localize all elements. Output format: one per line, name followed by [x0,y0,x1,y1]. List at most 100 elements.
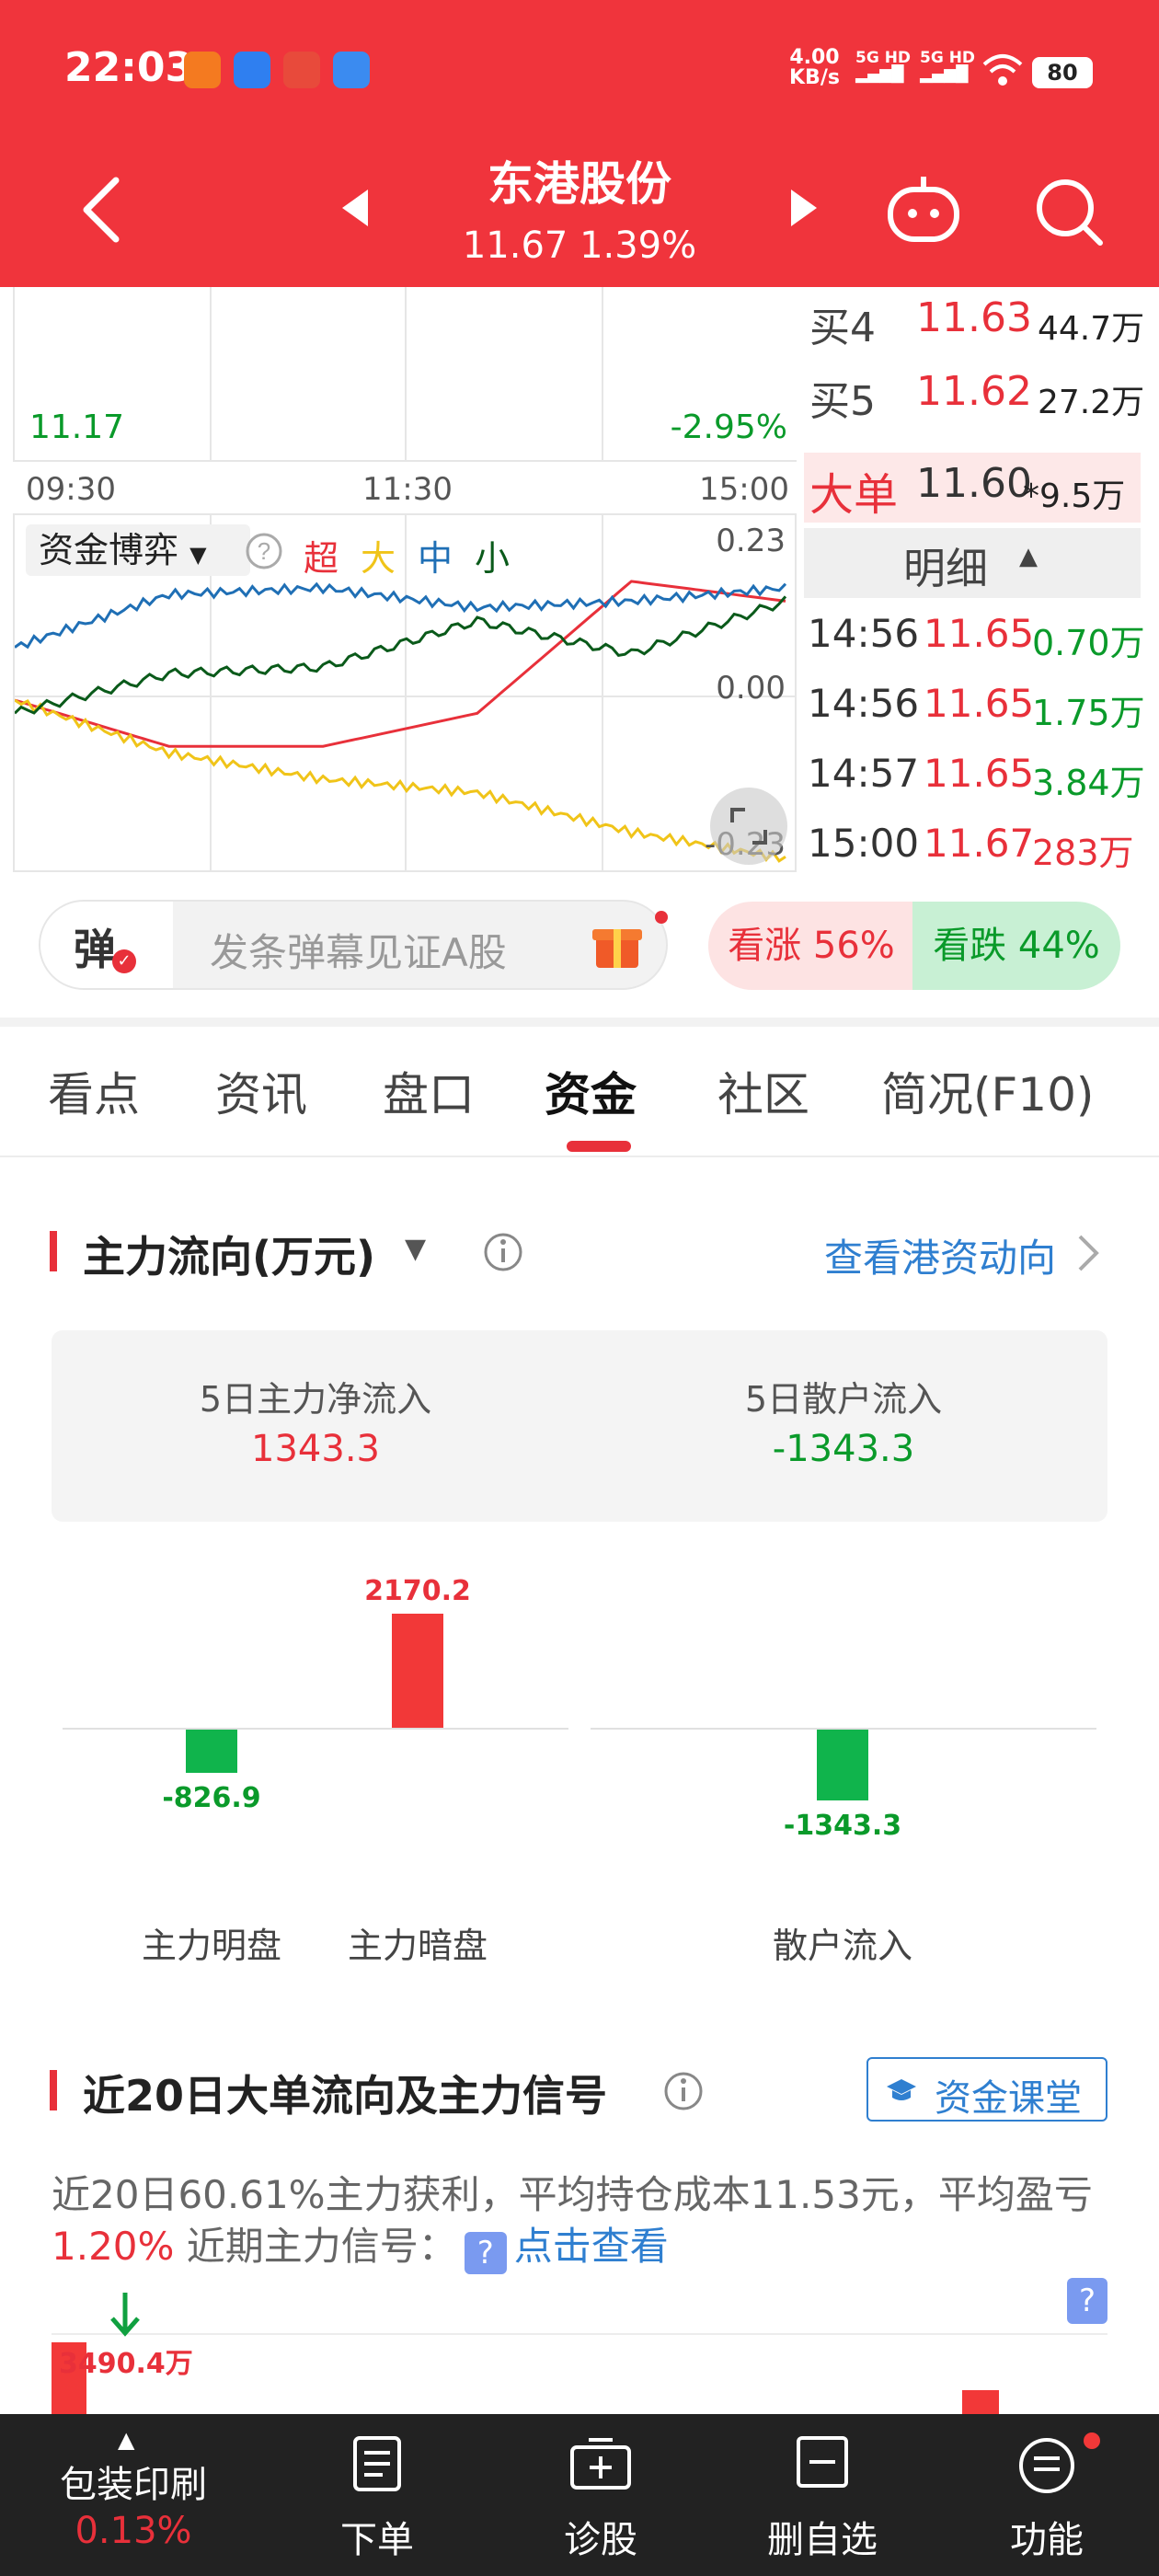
tick-time: 15:00 [808,821,920,866]
bar-value-label: -826.9 [162,1782,261,1815]
signal-title: 近20日大单流向及主力信号 [83,2071,608,2121]
bid5-label: 买5 [809,378,876,425]
bar-value-label: 2170.2 [364,1575,471,1607]
bid4-volume: 44.7万 [1038,310,1145,348]
danmaku-input[interactable]: 弹 ✓ 发条弹幕见证A股 [39,900,668,990]
tab-funds[interactable]: 资金 [545,1058,637,1124]
net-speed: 4.00 KB/s [789,48,840,88]
tick-price: 11.65 [924,611,1035,656]
legend-super: 超 [304,538,339,579]
net-inflow-label: 5日主力净流入 [199,1379,432,1420]
panel-selector[interactable]: 资金博弈 ▼ [26,524,250,576]
fund-class-button[interactable]: 资金课堂 [866,2057,1107,2122]
nav-remove-watchlist[interactable]: 删自选 [730,2510,914,2563]
fullscreen-button[interactable] [710,788,787,865]
app-notification-icon [184,52,221,88]
gift-icon[interactable] [592,920,642,970]
chevron-right-icon[interactable] [1076,1233,1100,1273]
net-speed-unit: KB/s [789,66,840,89]
fund-class-label: 资金课堂 [935,2077,1082,2120]
tab-highlights[interactable]: 看点 [48,1058,140,1124]
down-arrow-icon [110,2293,140,2337]
tick-time: 14:56 [808,681,920,726]
series-line-2 [15,581,787,650]
signal-desc-mid: 近期主力信号： [174,2224,457,2269]
sim1-label: 5G HD [855,49,912,67]
back-arrow-icon[interactable] [79,177,123,243]
series-line-3 [15,595,787,715]
tab-community[interactable]: 社区 [717,1058,809,1124]
notification-dot [1084,2432,1100,2449]
sim2-signal: 5G HD ▂▄▆█ [920,49,976,84]
app-notification-icon [333,52,370,88]
bar-main-visible [186,1730,237,1774]
tick-time: 14:56 [808,611,920,656]
order-icon [353,2436,401,2491]
detail-label: 明细 [903,544,988,593]
svg-text:?: ? [258,537,270,565]
question-icon: ? [464,2232,507,2274]
net-inflow-value: 1343.3 [251,1428,380,1470]
tab-news[interactable]: 资讯 [215,1058,307,1124]
low-pct-label: -2.95% [670,408,787,446]
signal-bar [962,2390,999,2416]
bar-value-label: -1343.3 [783,1809,902,1842]
time-axis-mid: 11:30 [362,471,453,508]
bid4-price: 11.63 [916,294,1032,341]
robot-assistant-icon[interactable] [885,175,962,245]
search-icon[interactable] [1032,175,1106,248]
tab-profile[interactable]: 简况(F10) [881,1058,1094,1124]
hk-capital-link[interactable]: 查看港资动向 [824,1227,1056,1283]
signal-bar-label: 3490.4万 [59,2348,193,2380]
series-line-1 [15,698,786,863]
battery-indicator: 80 [1032,57,1093,88]
baseline [63,1728,568,1730]
bearish-vote-button[interactable]: 看跌 44% [912,902,1120,990]
info-icon[interactable] [662,2070,705,2112]
bullish-vote-button[interactable]: 看涨 56% [708,902,914,990]
bid5-price: 11.62 [916,368,1032,415]
caret-up-icon: ▲ [1019,543,1038,570]
sim2-label: 5G HD [920,49,976,67]
tick-volume: 3.84万 [1032,763,1145,803]
bar-category-label: 散户流入 [772,1926,912,1966]
help-icon[interactable]: ? [245,532,283,570]
view-signal-link[interactable]: 点击查看 [514,2224,669,2269]
danmaku-toggle[interactable]: 弹 ✓ [40,902,173,988]
remove-watchlist-icon [797,2436,848,2488]
wifi-icon [982,54,1023,86]
top-header: 22:03 4.00 KB/s 5G HD ▂▄▆█ 5G HD ▂▄▆█ 80 东… [0,0,1159,287]
notification-dot [655,911,668,924]
bottom-nav: ▲ 包装印刷 0.13% 下单 诊股 删自选 功能 [0,2414,1159,2576]
low-price-label: 11.17 [29,408,125,446]
nav-functions[interactable]: 功能 [955,2510,1139,2563]
big-order-volume: *9.5万 [1023,477,1126,515]
retail-inflow-label: 5日散户流入 [744,1379,943,1420]
next-stock-icon[interactable] [787,188,820,228]
bar-main-dark [392,1614,443,1728]
expand-icon [730,808,767,845]
net-speed-value: 4.00 [789,46,840,69]
question-icon[interactable]: ? [1067,2278,1107,2324]
divider [0,1156,1159,1157]
bid4-label: 买4 [809,305,876,351]
nav-order[interactable]: 下单 [285,2510,469,2563]
tab-quote[interactable]: 盘口 [383,1058,475,1124]
main-flow-title[interactable]: 主力流向(万元) [83,1224,375,1284]
tick-volume: 283万 [1032,833,1134,873]
nav-diagnose[interactable]: 诊股 [509,2510,693,2563]
related-sector-pct: 0.13% [75,2510,192,2552]
chart-top-border [52,2333,1107,2335]
signal-desc-text: 近20日60.61%主力获利，平均持仓成本11.53元，平均盈亏 [52,2172,1093,2217]
info-icon[interactable] [482,1231,524,1273]
order-book-panel: 买4 11.63 44.7万 买5 11.62 27.2万 大单 11.60 *… [804,287,1159,876]
chevron-down-icon[interactable]: ▼ [405,1233,426,1265]
five-day-summary: 5日主力净流入 1343.3 5日散户流入 -1343.3 [52,1330,1107,1522]
related-sector-name[interactable]: 包装印刷 [37,2455,230,2508]
axis-mid-value: 0.00 [716,670,786,707]
danmaku-placeholder: 发条弹幕见证A股 [210,930,507,975]
caret-up-icon[interactable]: ▲ [118,2427,134,2453]
tick-volume: 0.70万 [1032,623,1145,663]
app-notification-icon [283,52,320,88]
time-axis-end: 15:00 [699,471,789,508]
